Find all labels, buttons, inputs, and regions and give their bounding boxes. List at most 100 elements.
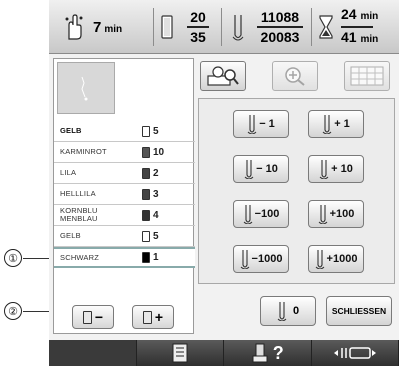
button-label: −1000 [251, 253, 283, 265]
hourglass-icon [319, 15, 333, 39]
pattern-thumbnail-icon [81, 76, 88, 101]
color-row[interactable]: HELLLILA 3 [54, 184, 195, 205]
color-count: 3 [153, 188, 159, 200]
grid-button[interactable] [344, 61, 390, 91]
needle-icon [277, 302, 287, 321]
total-time-unit: min [360, 34, 379, 45]
button-label: − 10 [256, 163, 278, 175]
spool-icon [142, 310, 152, 324]
spool-icon [142, 230, 150, 242]
button-label: − 1 [259, 118, 275, 130]
color-count: 5 [153, 125, 159, 137]
button-label: +1000 [326, 253, 358, 265]
spool-icon [142, 252, 150, 263]
remaining-time-unit: min [360, 11, 379, 22]
color-row[interactable]: KARMINROT 10 [54, 142, 195, 163]
needle-icon [243, 205, 252, 224]
minus-label: − [94, 309, 104, 325]
needle-icon [319, 160, 329, 179]
needle-icon [322, 115, 332, 134]
stitch-total: 20083 [260, 29, 300, 45]
needle-position-icon [333, 347, 376, 359]
spool-icon [142, 125, 150, 137]
color-count: 2 [153, 167, 159, 179]
color-row[interactable]: KORNBLU MENBLAU 4 [54, 205, 195, 226]
color-forward-button[interactable]: + [132, 305, 174, 329]
color-row[interactable]: LILA 2 [54, 163, 195, 184]
color-name: GELB [60, 126, 82, 135]
settings-button[interactable] [136, 340, 224, 366]
bobbin-total: 35 [190, 29, 206, 45]
button-label: + 10 [331, 163, 353, 175]
spool-icon [142, 209, 150, 221]
color-row[interactable]: GELB 5 [54, 226, 195, 247]
frame-magnifier-icon [207, 66, 239, 86]
help-button[interactable]: ? [224, 340, 312, 366]
back-100-stitch-button[interactable]: −100 [233, 200, 289, 228]
spool-icon [142, 167, 150, 179]
color-name: HELLLILA [60, 189, 96, 198]
callout-2: ② [4, 302, 22, 320]
color-name: GELB [60, 231, 81, 240]
return-to-start-button[interactable]: 0 [260, 296, 316, 326]
spool-icon [142, 146, 150, 158]
frame-check-button[interactable] [200, 61, 246, 91]
needle-move-box: − 1 + 1 − 10 + 10 −100 +100 −1000 +1000 [198, 98, 395, 284]
grid-icon [350, 66, 384, 86]
bottom-bar: ? [49, 340, 399, 366]
color-name: KORNBLU MENBLAU [60, 206, 98, 223]
spool-icon [142, 188, 150, 200]
needle-icon [247, 115, 257, 134]
button-label: +100 [329, 208, 355, 220]
forward-100-stitch-button[interactable]: +100 [308, 200, 364, 228]
color-name: KARMINROT [60, 147, 107, 156]
forward-10-stitch-button[interactable]: + 10 [308, 155, 364, 183]
close-button[interactable]: SCHLIESSEN [326, 296, 392, 326]
forward-1000-stitch-button[interactable]: +1000 [308, 245, 364, 273]
remaining-time-value: 24 [341, 6, 357, 22]
stitch-fraction: 11088 20083 [257, 9, 303, 45]
zoom-icon [285, 67, 305, 86]
color-sequence-panel: GELB 5 KARMINROT 10 LILA 2 HELLLILA 3 KO… [53, 58, 195, 334]
bobbin-fraction: 20 35 [187, 9, 209, 45]
color-count: 1 [153, 252, 159, 263]
remaining-time-cell: 24 min 41 min [319, 6, 378, 48]
main-panel: GELB 5 KARMINROT 10 LILA 2 HELLLILA 3 KO… [49, 54, 399, 340]
stitch-control-panel: − 1 + 1 − 10 + 10 −100 +100 −1000 +1000 … [198, 58, 395, 334]
zoom-button[interactable] [272, 61, 318, 91]
separator [153, 8, 154, 46]
color-row[interactable]: GELB 5 [54, 121, 195, 142]
spool-icon [82, 310, 92, 324]
color-row-selected[interactable]: SCHWARZ 1 [54, 247, 195, 268]
color-count: 4 [153, 209, 159, 221]
color-back-button[interactable]: − [72, 305, 114, 329]
color-name: LILA [60, 168, 77, 177]
back-1-stitch-button[interactable]: − 1 [233, 110, 289, 138]
status-bar: 7 min 20 35 11088 20083 24 min 41 min [49, 0, 399, 54]
time-value: 7 [93, 18, 102, 36]
needle-position-button[interactable] [311, 340, 399, 366]
back-10-stitch-button[interactable]: − 10 [233, 155, 289, 183]
callout-1-label: ① [8, 252, 18, 265]
needle-icon [244, 160, 254, 179]
color-list: GELB 5 KARMINROT 10 LILA 2 HELLLILA 3 KO… [54, 121, 195, 268]
bobbin-icon [161, 15, 173, 39]
button-label: 0 [292, 305, 300, 317]
time-unit: min [104, 23, 123, 35]
needle-icon [232, 15, 244, 41]
separator [221, 8, 222, 46]
forward-1-stitch-button[interactable]: + 1 [308, 110, 364, 138]
bobbin-cell: 20 35 [161, 6, 209, 48]
bobbin-current: 20 [190, 9, 206, 25]
back-1000-stitch-button[interactable]: −1000 [233, 245, 289, 273]
callout-1: ① [4, 249, 22, 267]
embroidery-screen: 7 min 20 35 11088 20083 24 min 41 min GE… [49, 0, 399, 366]
separator [311, 8, 312, 46]
help-label: ? [272, 342, 284, 363]
button-label: −100 [254, 208, 280, 220]
color-count: 5 [153, 230, 159, 242]
stitch-current: 11088 [260, 9, 300, 25]
needle-icon [240, 250, 249, 269]
button-label: SCHLIESSEN [331, 306, 387, 316]
machine-help-icon [252, 343, 268, 363]
